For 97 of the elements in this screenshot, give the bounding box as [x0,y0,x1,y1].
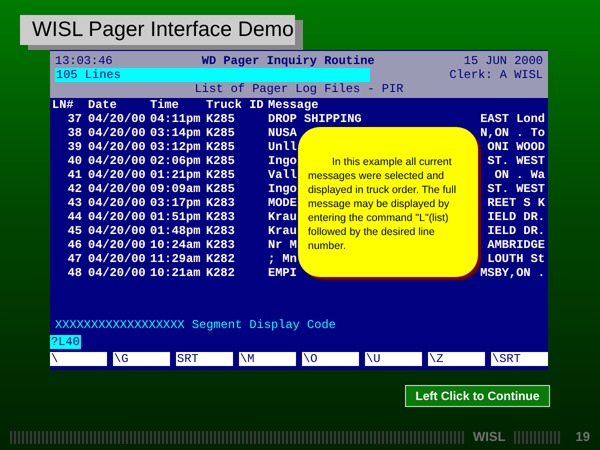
table-cell-text: 39 [68,140,83,154]
callout-note: In this example all current messages were selected and displayed in truck order. The full message may be displayed by entering the command "L"(list) followed by the desired line number. [298,127,478,277]
routine-title: WD Pager Inquiry Routine [202,54,375,68]
table-cell: ST. WEST [487,154,545,168]
table-cell-text: 04/20/00 [88,210,147,224]
table-cell: Unll [268,140,297,154]
table-cell-text: 03:14pm [150,126,202,140]
table-cell: ONI WOOD [487,140,545,154]
table-cell-text: 46 [68,238,83,252]
continue-button[interactable]: Left Click to Continue [405,385,550,407]
function-key[interactable]: \U [365,352,422,366]
table-cell-text: 03:17pm [150,196,202,210]
table-cell-text: 10:21am [150,266,202,280]
table-cell-text: 02:06pm [150,154,202,168]
table-cell-text: K283 [206,210,236,224]
table-cell-text: 43 [68,196,83,210]
function-key[interactable]: SRT [176,352,233,366]
function-key[interactable]: \Z [428,352,485,366]
table-cell-text: 04/20/00 [88,168,147,182]
table-cell-text: K283 [206,224,236,238]
table-cell: N,ON . To [480,126,545,140]
table-cell-text: K285 [206,140,236,154]
function-key[interactable]: \G [113,352,170,366]
table-cell-text: K285 [206,112,236,126]
table-cell-text: K285 [206,154,236,168]
table-cell: EAST Lond [480,112,545,126]
table-cell: EMPI [268,266,297,280]
table-cell-text: 04/20/00 [88,196,147,210]
table-cell: Vall [268,168,297,182]
table-cell-text: 09:09am [150,182,202,196]
table-cell-text: K282 [206,266,236,280]
table-cell-text: K283 [206,238,236,252]
table-cell-text: 40 [68,154,83,168]
column-header: LN# [52,98,74,112]
table-cell-text: 44 [68,210,83,224]
segment-label: XXXXXXXXXXXXXXXXXX Segment Display Code [55,318,336,332]
clock: 13:03:46 [55,54,113,68]
line-count: 105 Lines [55,68,370,82]
table-cell-text: 47 [68,252,83,266]
table-cell-text: 04:11pm [150,112,202,126]
table-cell-text: 01:48pm [150,224,202,238]
column-header: Date [88,98,118,112]
table-cell: LOUTH St [487,252,545,266]
slide-title: WISL Pager Interface Demo [20,15,295,45]
table-cell: ON . Wa [494,168,545,182]
table-cell: NUSA [268,126,297,140]
table-cell-text: 04/20/00 [88,112,147,126]
table-cell-text: 10:24am [150,238,202,252]
table-cell-text: K285 [206,126,236,140]
table-cell-text: 11:29am [150,252,202,266]
list-title: List of Pager Log Files - PIR [194,82,404,96]
table-cell: IELD DR. [487,210,545,224]
table-cell-text: 04/20/00 [88,266,147,280]
column-header: Time [150,98,180,112]
table-cell-text: 04/20/00 [88,182,147,196]
table-cell: Ingo [268,182,297,196]
table-cell: DROP SHIPPING [268,112,362,126]
table-cell-text: 04/20/00 [88,238,147,252]
table-cell: REET S K [487,196,545,210]
footer-brand: WISL [473,430,506,444]
table-cell-text: 45 [68,224,83,238]
table-cell: Krau [268,210,297,224]
table-cell-text: K283 [206,196,236,210]
table-cell-text: 03:12pm [150,140,202,154]
table-cell: MSBY,ON . [480,266,545,280]
table-cell-text: 41 [68,168,83,182]
table-cell-text: K285 [206,182,236,196]
table-cell: ST. WEST [487,182,545,196]
table-cell-text: 04/20/00 [88,126,147,140]
page-number: 19 [576,430,590,444]
table-cell-text: 04/20/00 [88,252,147,266]
table-cell-text: 04/20/00 [88,154,147,168]
table-cell-text: 04/20/00 [88,140,147,154]
table-cell-text: 01:51pm [150,210,202,224]
table-cell-text: 01:21pm [150,168,202,182]
table-cell: Ingo [268,154,297,168]
function-key[interactable]: \ [50,352,107,366]
table-cell-text: 04/20/00 [88,224,147,238]
table-cell: AMBRIDGE [487,238,545,252]
table-cell: IELD DR. [487,224,545,238]
table-cell-text: 37 [68,112,83,126]
table-cell-text: 42 [68,182,83,196]
clerk: Clerk: A WISL [449,68,543,82]
column-header: Message [268,98,320,112]
function-key[interactable]: \SRT [491,352,548,366]
function-key[interactable]: \M [239,352,296,366]
table-cell: Krau [268,224,297,238]
column-header: Truck ID [206,98,265,112]
table-cell: Nr M [268,238,297,252]
table-cell-text: 48 [68,266,83,280]
table-cell-text: K285 [206,168,236,182]
function-key[interactable]: \O [302,352,359,366]
table-cell: ; Mn [268,252,297,266]
table-cell: MODE [268,196,297,210]
date: 15 JUN 2000 [464,54,543,68]
table-cell-text: K282 [206,252,236,266]
table-cell-text: 38 [68,126,83,140]
